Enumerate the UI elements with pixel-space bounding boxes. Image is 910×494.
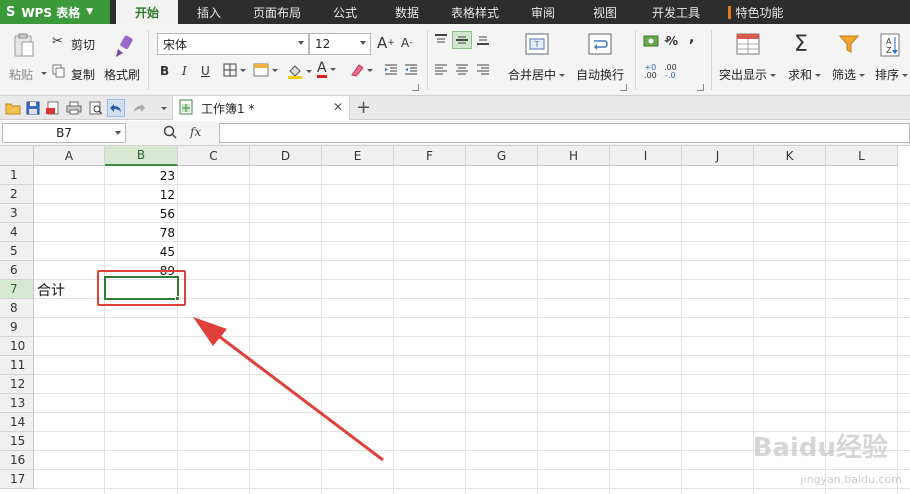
watermark-url: jingyan.baidu.com (800, 473, 902, 486)
annotation-arrow (193, 317, 384, 462)
watermark-brand: Baidu经验 (752, 433, 888, 463)
